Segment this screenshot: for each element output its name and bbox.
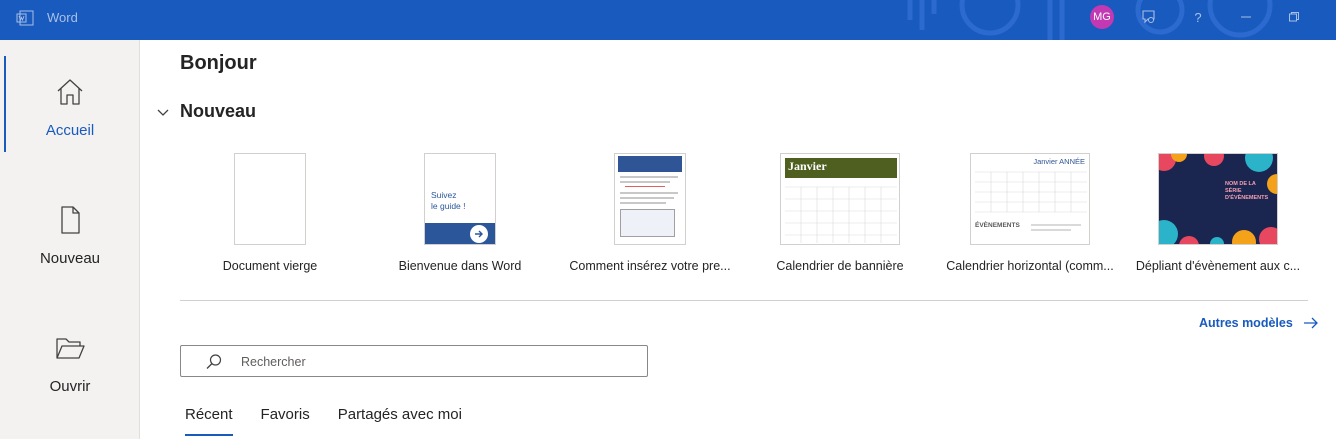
template-label: Dépliant d'évènement aux c...	[1135, 259, 1301, 273]
more-templates-link[interactable]: Autres modèles	[1199, 316, 1319, 330]
nav-item-label: Accueil	[45, 122, 95, 139]
thumb-text: NOM DE LA	[1225, 181, 1256, 187]
template-thumbnail: Suivez le guide !	[424, 153, 496, 245]
template-thumbnail	[234, 153, 306, 245]
nav-item-ouvrir[interactable]: Ouvrir	[0, 296, 140, 406]
template-label: Calendrier de bannière	[776, 259, 904, 273]
template-label: Comment insérez votre pre...	[569, 259, 731, 273]
section-divider	[180, 300, 1308, 301]
left-nav: Accueil Nouveau Ouvrir	[0, 40, 140, 439]
document-tabs: Récent Favoris Partagés avec moi	[185, 406, 490, 436]
tab-shared-with-me[interactable]: Partagés avec moi	[338, 406, 462, 430]
title-bar: Word MG ?	[0, 0, 1336, 40]
feedback-icon[interactable]	[1137, 5, 1161, 29]
search-icon	[206, 354, 222, 369]
thumb-text: le guide !	[431, 201, 466, 211]
tab-recent[interactable]: Récent	[185, 406, 233, 436]
folder-open-icon	[56, 338, 85, 359]
thumb-subtext: ÉVÈNEMENTS	[975, 222, 1020, 229]
template-label: Bienvenue dans Word	[398, 259, 522, 273]
restore-icon[interactable]	[1282, 5, 1306, 29]
tab-favorites[interactable]: Favoris	[261, 406, 310, 430]
template-label: Document vierge	[222, 259, 318, 273]
app-name: Word	[47, 10, 78, 25]
thumb-text: D'ÉVÈNEMENTS	[1225, 195, 1269, 201]
thumb-text: Suivez	[431, 190, 457, 200]
template-label: Calendrier horizontal (comm...	[946, 259, 1114, 273]
greeting-title: Bonjour	[180, 52, 257, 74]
arrow-right-icon	[470, 225, 488, 243]
template-thumbnail: Janvier	[780, 153, 900, 245]
word-app-icon	[16, 10, 34, 26]
template-thumbnail	[614, 153, 686, 245]
more-templates-label: Autres modèles	[1199, 316, 1293, 330]
thumb-text: Janvier ANNÉE	[1033, 157, 1085, 166]
nav-item-accueil[interactable]: Accueil	[0, 40, 140, 150]
thumb-text: SÉRIE	[1225, 188, 1242, 194]
template-thumbnail: NOM DE LA SÉRIE D'ÉVÈNEMENTS	[1158, 153, 1278, 245]
arrow-right-icon	[1303, 317, 1318, 329]
chevron-down-icon	[157, 109, 169, 116]
minimize-icon[interactable]	[1234, 5, 1258, 29]
nav-item-label: Nouveau	[39, 250, 101, 267]
nav-item-label: Ouvrir	[49, 378, 91, 395]
new-section-header[interactable]: Nouveau	[156, 101, 256, 122]
nav-item-nouveau[interactable]: Nouveau	[0, 168, 140, 278]
thumb-text: Janvier	[788, 159, 827, 173]
search-input[interactable]	[241, 352, 621, 372]
help-icon[interactable]: ?	[1186, 5, 1210, 29]
search-box[interactable]	[180, 345, 648, 377]
template-thumbnail: Janvier ANNÉE ÉVÈNEMENTS	[970, 153, 1090, 245]
new-document-icon	[61, 206, 80, 234]
home-icon	[57, 79, 83, 105]
avatar[interactable]: MG	[1090, 5, 1114, 29]
section-title: Nouveau	[180, 101, 257, 121]
